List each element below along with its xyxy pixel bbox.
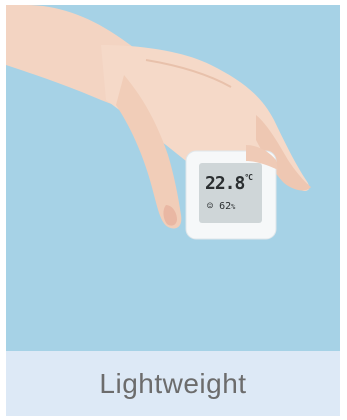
feature-caption: Lightweight	[99, 367, 247, 399]
photo-illustration	[6, 5, 311, 240]
device-display: 22.8°C ☺ 62%	[199, 163, 262, 223]
temperature-unit: °C	[244, 173, 253, 182]
product-card[interactable]: 22.8°C ☺ 62% Lightweight	[6, 5, 340, 416]
temperature-readout: 22.8	[205, 173, 245, 194]
humidity-icon: ☺	[207, 201, 214, 212]
humidity-readout: 62	[219, 201, 232, 212]
humidity-unit: %	[231, 203, 236, 211]
product-photo: 22.8°C ☺ 62%	[6, 5, 340, 351]
